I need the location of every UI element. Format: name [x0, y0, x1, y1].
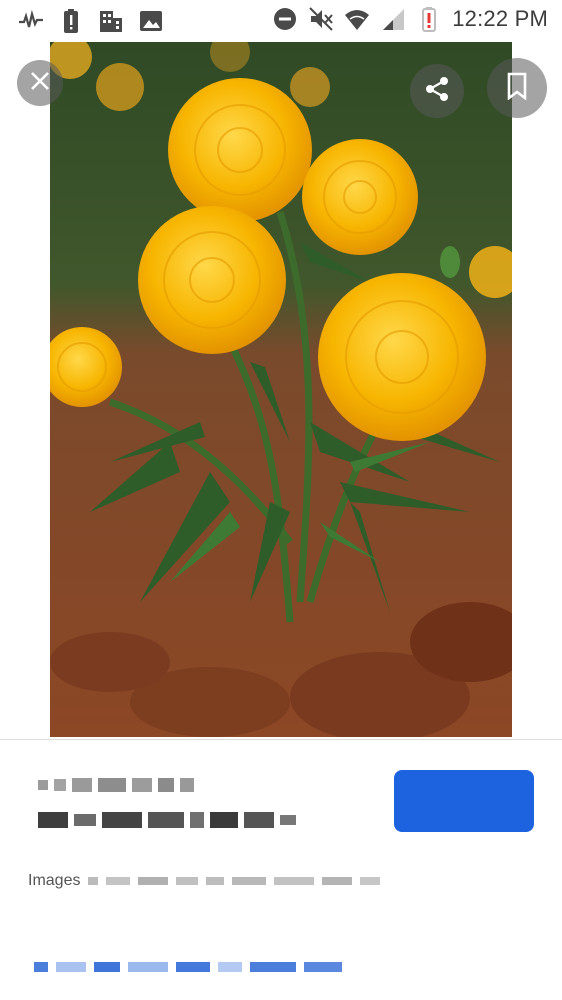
close-button[interactable] — [17, 60, 63, 106]
related-link-row[interactable] — [34, 962, 342, 972]
status-left-icons — [18, 8, 164, 34]
visit-button[interactable] — [394, 770, 534, 832]
building-icon — [98, 8, 124, 34]
clock: 12:22 PM — [452, 6, 548, 31]
status-right-icons: 12:22 PM — [272, 6, 548, 32]
image-icon — [138, 8, 164, 34]
activity-icon — [18, 8, 44, 34]
mute-icon — [308, 6, 334, 32]
battery-alert-icon — [58, 8, 84, 34]
share-button[interactable] — [410, 64, 464, 118]
status-bar: 12:22 PM — [0, 0, 562, 42]
marigold-photo[interactable] — [50, 42, 512, 737]
source-row: Images — [28, 872, 381, 890]
close-icon — [29, 70, 51, 97]
wifi-icon — [344, 6, 370, 32]
source-label: Images — [28, 872, 81, 889]
result-info-sheet: Images — [0, 740, 562, 1000]
signal-icon — [380, 6, 406, 32]
battery-low-icon — [416, 6, 442, 32]
bookmark-icon — [505, 72, 529, 105]
pixelated-title-line — [38, 812, 338, 828]
pixelated-source-line — [38, 778, 338, 792]
bookmark-button[interactable] — [487, 58, 547, 118]
do-not-disturb-icon — [272, 6, 298, 32]
result-title-pixelated[interactable] — [38, 778, 338, 828]
share-icon — [423, 75, 451, 108]
